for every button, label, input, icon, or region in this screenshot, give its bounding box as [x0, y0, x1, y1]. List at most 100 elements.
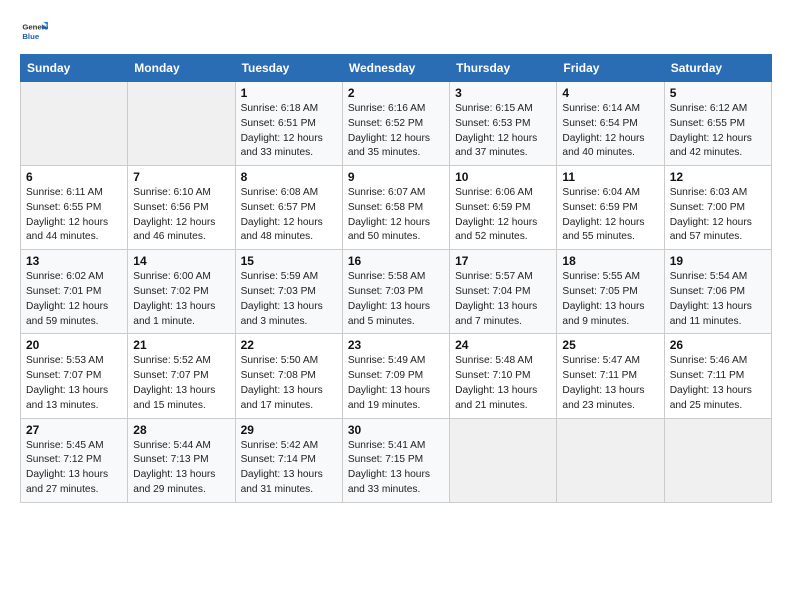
day-info: Sunrise: 5:44 AMSunset: 7:13 PMDaylight:… — [133, 439, 229, 498]
day-info: Sunrise: 5:55 AMSunset: 7:05 PMDaylight:… — [562, 270, 658, 329]
day-info: Sunrise: 6:14 AMSunset: 6:54 PMDaylight:… — [562, 102, 658, 161]
calendar-header: SundayMondayTuesdayWednesdayThursdayFrid… — [21, 55, 772, 82]
header-day-wednesday: Wednesday — [342, 55, 449, 82]
day-info: Sunrise: 5:49 AMSunset: 7:09 PMDaylight:… — [348, 354, 444, 413]
calendar-cell: 6 Sunrise: 6:11 AMSunset: 6:55 PMDaylight… — [21, 166, 128, 250]
day-number: 21 — [133, 338, 229, 352]
header-day-thursday: Thursday — [450, 55, 557, 82]
day-number: 23 — [348, 338, 444, 352]
calendar-body: 1 Sunrise: 6:18 AMSunset: 6:51 PMDaylight… — [21, 82, 772, 503]
calendar-cell: 7 Sunrise: 6:10 AMSunset: 6:56 PMDaylight… — [128, 166, 235, 250]
day-info: Sunrise: 5:47 AMSunset: 7:11 PMDaylight:… — [562, 354, 658, 413]
calendar-cell: 5 Sunrise: 6:12 AMSunset: 6:55 PMDaylight… — [664, 82, 771, 166]
day-info: Sunrise: 5:48 AMSunset: 7:10 PMDaylight:… — [455, 354, 551, 413]
header-day-saturday: Saturday — [664, 55, 771, 82]
calendar-cell: 16Sunrise: 5:58 AMSunset: 7:03 PMDayligh… — [342, 250, 449, 334]
calendar-cell: 8Sunrise: 6:08 AMSunset: 6:57 PMDaylight… — [235, 166, 342, 250]
calendar-cell: 24 Sunrise: 5:48 AMSunset: 7:10 PMDayligh… — [450, 334, 557, 418]
calendar-week-5: 27 Sunrise: 5:45 AMSunset: 7:12 PMDayligh… — [21, 418, 772, 502]
day-number: 18 — [562, 254, 658, 268]
header-day-monday: Monday — [128, 55, 235, 82]
calendar-cell — [664, 418, 771, 502]
day-number: 27 — [26, 423, 122, 437]
day-number: 16 — [348, 254, 444, 268]
day-number: 30 — [348, 423, 444, 437]
calendar-cell: 30Sunrise: 5:41 AMSunset: 7:15 PMDayligh… — [342, 418, 449, 502]
calendar-cell: 26 Sunrise: 5:46 AMSunset: 7:11 PMDayligh… — [664, 334, 771, 418]
day-number: 22 — [241, 338, 337, 352]
day-info: Sunrise: 5:53 AMSunset: 7:07 PMDaylight:… — [26, 354, 122, 413]
calendar-week-2: 6 Sunrise: 6:11 AMSunset: 6:55 PMDaylight… — [21, 166, 772, 250]
day-number: 28 — [133, 423, 229, 437]
calendar-cell: 23 Sunrise: 5:49 AMSunset: 7:09 PMDayligh… — [342, 334, 449, 418]
day-info: Sunrise: 5:59 AMSunset: 7:03 PMDaylight:… — [241, 270, 337, 329]
day-info: Sunrise: 6:15 AMSunset: 6:53 PMDaylight:… — [455, 102, 551, 161]
day-number: 12 — [670, 170, 766, 184]
day-number: 9 — [348, 170, 444, 184]
calendar-cell: 19 Sunrise: 5:54 AMSunset: 7:06 PMDayligh… — [664, 250, 771, 334]
svg-text:Blue: Blue — [22, 32, 40, 41]
day-number: 20 — [26, 338, 122, 352]
day-number: 2 — [348, 86, 444, 100]
day-number: 7 — [133, 170, 229, 184]
day-info: Sunrise: 5:46 AMSunset: 7:11 PMDaylight:… — [670, 354, 766, 413]
day-info: Sunrise: 6:06 AMSunset: 6:59 PMDaylight:… — [455, 186, 551, 245]
calendar-cell: 18 Sunrise: 5:55 AMSunset: 7:05 PMDayligh… — [557, 250, 664, 334]
day-info: Sunrise: 6:10 AMSunset: 6:56 PMDaylight:… — [133, 186, 229, 245]
day-info: Sunrise: 5:42 AMSunset: 7:14 PMDaylight:… — [241, 439, 337, 498]
calendar-cell: 20 Sunrise: 5:53 AMSunset: 7:07 PMDayligh… — [21, 334, 128, 418]
calendar-cell: 21Sunrise: 5:52 AMSunset: 7:07 PMDayligh… — [128, 334, 235, 418]
day-info: Sunrise: 5:54 AMSunset: 7:06 PMDaylight:… — [670, 270, 766, 329]
calendar-cell: 4 Sunrise: 6:14 AMSunset: 6:54 PMDaylight… — [557, 82, 664, 166]
day-number: 24 — [455, 338, 551, 352]
day-info: Sunrise: 5:57 AMSunset: 7:04 PMDaylight:… — [455, 270, 551, 329]
day-number: 15 — [241, 254, 337, 268]
calendar-cell: 29 Sunrise: 5:42 AMSunset: 7:14 PMDayligh… — [235, 418, 342, 502]
day-info: Sunrise: 6:03 AMSunset: 7:00 PMDaylight:… — [670, 186, 766, 245]
day-info: Sunrise: 6:08 AMSunset: 6:57 PMDaylight:… — [241, 186, 337, 245]
day-number: 5 — [670, 86, 766, 100]
day-number: 1 — [241, 86, 337, 100]
calendar-cell: 2 Sunrise: 6:16 AMSunset: 6:52 PMDaylight… — [342, 82, 449, 166]
calendar-week-1: 1 Sunrise: 6:18 AMSunset: 6:51 PMDaylight… — [21, 82, 772, 166]
day-number: 26 — [670, 338, 766, 352]
day-info: Sunrise: 6:04 AMSunset: 6:59 PMDaylight:… — [562, 186, 658, 245]
calendar-cell — [128, 82, 235, 166]
day-info: Sunrise: 6:12 AMSunset: 6:55 PMDaylight:… — [670, 102, 766, 161]
header-day-sunday: Sunday — [21, 55, 128, 82]
header-day-tuesday: Tuesday — [235, 55, 342, 82]
day-info: Sunrise: 6:00 AMSunset: 7:02 PMDaylight:… — [133, 270, 229, 329]
day-info: Sunrise: 6:11 AMSunset: 6:55 PMDaylight:… — [26, 186, 122, 245]
header: General Blue — [20, 18, 772, 46]
page: General Blue SundayMondayTuesdayWednesda… — [0, 0, 792, 612]
day-info: Sunrise: 6:18 AMSunset: 6:51 PMDaylight:… — [241, 102, 337, 161]
header-row: SundayMondayTuesdayWednesdayThursdayFrid… — [21, 55, 772, 82]
calendar-table: SundayMondayTuesdayWednesdayThursdayFrid… — [20, 54, 772, 503]
calendar-week-4: 20 Sunrise: 5:53 AMSunset: 7:07 PMDayligh… — [21, 334, 772, 418]
day-info: Sunrise: 6:16 AMSunset: 6:52 PMDaylight:… — [348, 102, 444, 161]
calendar-cell — [557, 418, 664, 502]
logo-icon: General Blue — [20, 18, 48, 46]
day-number: 4 — [562, 86, 658, 100]
calendar-cell: 13Sunrise: 6:02 AMSunset: 7:01 PMDayligh… — [21, 250, 128, 334]
calendar-cell: 1 Sunrise: 6:18 AMSunset: 6:51 PMDaylight… — [235, 82, 342, 166]
calendar-cell: 9Sunrise: 6:07 AMSunset: 6:58 PMDaylight… — [342, 166, 449, 250]
calendar-cell — [450, 418, 557, 502]
day-number: 17 — [455, 254, 551, 268]
day-number: 14 — [133, 254, 229, 268]
day-number: 3 — [455, 86, 551, 100]
header-day-friday: Friday — [557, 55, 664, 82]
day-info: Sunrise: 5:45 AMSunset: 7:12 PMDaylight:… — [26, 439, 122, 498]
calendar-cell — [21, 82, 128, 166]
calendar-cell: 25Sunrise: 5:47 AMSunset: 7:11 PMDayligh… — [557, 334, 664, 418]
calendar-cell: 14 Sunrise: 6:00 AMSunset: 7:02 PMDayligh… — [128, 250, 235, 334]
day-info: Sunrise: 6:02 AMSunset: 7:01 PMDaylight:… — [26, 270, 122, 329]
calendar-cell: 3 Sunrise: 6:15 AMSunset: 6:53 PMDaylight… — [450, 82, 557, 166]
day-info: Sunrise: 5:50 AMSunset: 7:08 PMDaylight:… — [241, 354, 337, 413]
calendar-cell: 28 Sunrise: 5:44 AMSunset: 7:13 PMDayligh… — [128, 418, 235, 502]
day-number: 11 — [562, 170, 658, 184]
calendar-cell: 10Sunrise: 6:06 AMSunset: 6:59 PMDayligh… — [450, 166, 557, 250]
day-number: 19 — [670, 254, 766, 268]
day-number: 29 — [241, 423, 337, 437]
day-number: 6 — [26, 170, 122, 184]
